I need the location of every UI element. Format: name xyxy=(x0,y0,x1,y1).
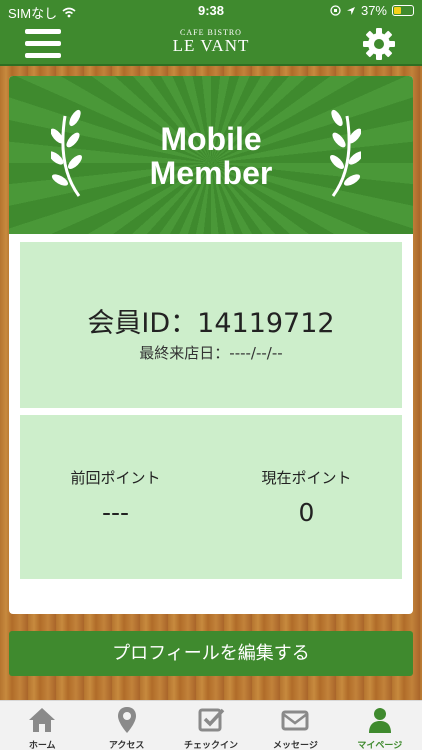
current-points-label: 現在ポイント xyxy=(261,469,352,487)
status-bar: SIMなし 9:38 37% xyxy=(0,0,422,22)
tab-mypage[interactable]: マイページ xyxy=(338,701,422,750)
laurel-right-icon xyxy=(330,109,361,197)
current-points-value: 0 xyxy=(298,498,315,527)
home-icon xyxy=(29,708,56,732)
current-points: 現在ポイント 0 xyxy=(211,467,402,527)
battery-icon xyxy=(392,5,414,16)
tab-mypage-label: マイページ xyxy=(357,741,403,750)
member-card: Mobile Member 会員ID：14119712 最終来店日：----/-… xyxy=(9,76,413,614)
top-navbar: CAFE BISTRO LE VANT xyxy=(0,22,422,66)
member-banner: Mobile Member xyxy=(9,76,413,234)
tab-access[interactable]: アクセス xyxy=(84,701,168,750)
tab-message[interactable]: メッセージ xyxy=(253,701,337,750)
settings-gear-icon[interactable] xyxy=(362,27,396,61)
orientation-lock-icon xyxy=(330,5,341,16)
battery-percent: 37% xyxy=(360,3,387,18)
tab-message-label: メッセージ xyxy=(273,741,318,750)
tab-home-label: ホーム xyxy=(28,741,56,750)
edit-profile-button[interactable]: プロフィールを編集する xyxy=(9,631,413,676)
mail-icon xyxy=(281,710,309,731)
map-pin-icon xyxy=(117,707,136,733)
checkin-icon xyxy=(198,708,225,732)
points-panel: 前回ポイント --- 現在ポイント 0 xyxy=(20,415,402,579)
app-logo: CAFE BISTRO LE VANT xyxy=(0,28,422,56)
tab-home[interactable]: ホーム xyxy=(0,701,84,750)
logo-title: LE VANT xyxy=(172,36,250,55)
tab-checkin-label: チェックイン xyxy=(184,741,239,750)
member-id: 会員ID：14119712 xyxy=(87,308,335,339)
person-icon xyxy=(368,708,391,733)
previous-points-value: --- xyxy=(101,498,130,527)
tab-checkin[interactable]: チェックイン xyxy=(169,701,253,750)
location-arrow-icon xyxy=(346,6,355,15)
last-visit-date: 最終来店日：----/--/-- xyxy=(139,344,283,362)
member-id-panel: 会員ID：14119712 最終来店日：----/--/-- xyxy=(20,242,402,408)
status-right: 37% xyxy=(330,3,414,18)
tab-access-label: アクセス xyxy=(108,741,145,750)
previous-points-label: 前回ポイント xyxy=(70,469,161,487)
bottom-tab-bar: ホーム アクセス チェックイン メッセージ マイページ xyxy=(0,700,422,750)
previous-points: 前回ポイント --- xyxy=(20,467,211,527)
